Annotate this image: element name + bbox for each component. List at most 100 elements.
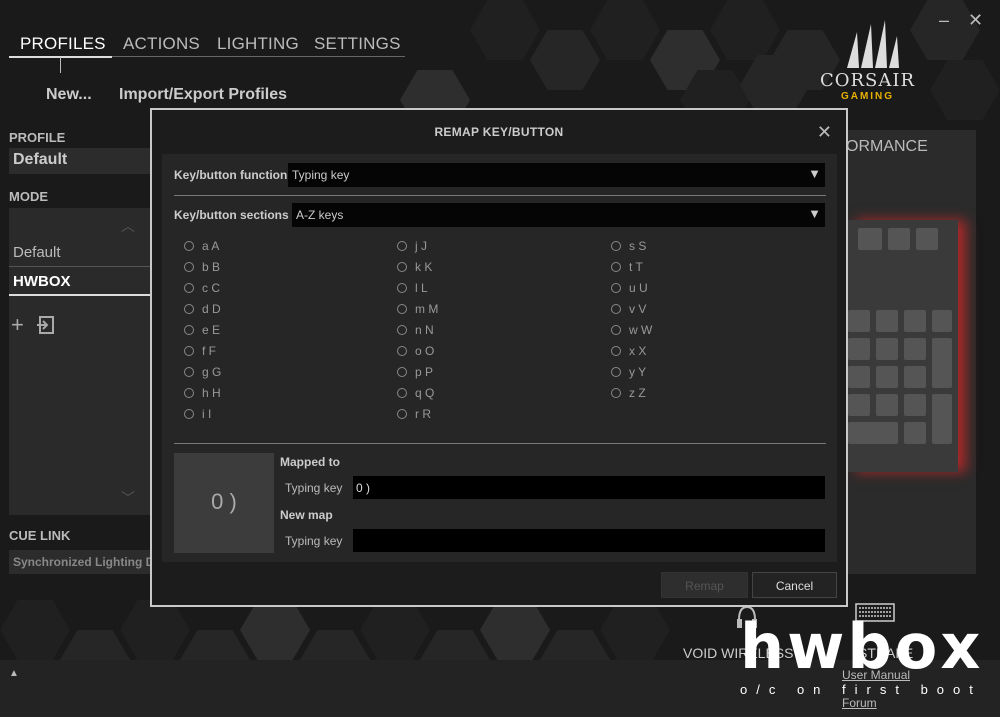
key-radio[interactable]: o O <box>397 344 434 358</box>
key-radio-label: t T <box>629 260 643 274</box>
key-radio[interactable]: i I <box>184 407 211 421</box>
key-radio[interactable]: x X <box>611 344 646 358</box>
function-label: Key/button function <box>174 168 288 182</box>
key-radio[interactable]: a A <box>184 239 219 253</box>
key-radio-label: z Z <box>629 386 646 400</box>
tab-actions[interactable]: ACTIONS <box>123 34 200 54</box>
key-radio-label: q Q <box>415 386 435 400</box>
mode-item-default[interactable]: Default <box>9 238 152 268</box>
sections-select[interactable]: A-Z keys ▼ <box>292 203 825 227</box>
mode-item-hwbox[interactable]: HWBOX <box>9 266 152 296</box>
key-radio[interactable]: h H <box>184 386 221 400</box>
key-radio[interactable]: w W <box>611 323 652 337</box>
key-radio[interactable]: c C <box>184 281 220 295</box>
key-radio[interactable]: z Z <box>611 386 646 400</box>
key-radio[interactable]: e E <box>184 323 220 337</box>
radio-circle-icon <box>397 325 407 335</box>
key-radio[interactable]: s S <box>611 239 646 253</box>
radio-circle-icon <box>611 346 621 356</box>
sails-icon <box>847 20 899 68</box>
mode-list: ︿ Default HWBOX + ﹀ <box>9 208 152 515</box>
cue-link-selector[interactable]: Synchronized Lighting D <box>9 550 154 574</box>
profile-selector[interactable]: Default <box>9 148 152 174</box>
key-radio[interactable]: m M <box>397 302 438 316</box>
key-radio[interactable]: p P <box>397 365 433 379</box>
mode-item-label: HWBOX <box>13 273 71 290</box>
radio-circle-icon <box>397 388 407 398</box>
radio-circle-icon <box>184 262 194 272</box>
key-radio[interactable]: k K <box>397 260 432 274</box>
key-radio[interactable]: l L <box>397 281 428 295</box>
key-radio-label: c C <box>202 281 220 295</box>
import-export-link[interactable]: Import/Export Profiles <box>119 86 287 104</box>
radio-circle-icon <box>397 409 407 419</box>
radio-circle-icon <box>184 325 194 335</box>
key-radio[interactable]: y Y <box>611 365 646 379</box>
key-radio[interactable]: r R <box>397 407 431 421</box>
key-radio[interactable]: b B <box>184 260 220 274</box>
expand-devices-icon[interactable]: ▲ <box>9 668 19 679</box>
close-window-button[interactable]: ✕ <box>968 10 983 31</box>
key-radio-label: h H <box>202 386 221 400</box>
key-radio[interactable]: g G <box>184 365 221 379</box>
key-radio-label: x X <box>629 344 647 358</box>
key-radio[interactable]: n N <box>397 323 434 337</box>
key-radio-label: m M <box>415 302 439 316</box>
watermark-logo-text: hwbox <box>740 610 984 683</box>
key-radio[interactable]: f F <box>184 344 216 358</box>
scroll-down-icon[interactable]: ﹀ <box>121 488 135 508</box>
key-radio-label: p P <box>415 365 434 379</box>
tab-profiles[interactable]: PROFILES <box>20 34 106 54</box>
key-radio-label: k K <box>415 260 433 274</box>
tab-lighting[interactable]: LIGHTING <box>217 34 299 54</box>
scroll-up-icon[interactable]: ︿ <box>121 216 135 236</box>
mapped-to-label: Mapped to <box>280 455 340 469</box>
key-radio-label: o O <box>415 344 435 358</box>
key-radio-label: f F <box>202 344 216 358</box>
key-radio[interactable]: u U <box>611 281 648 295</box>
key-radio-label: e E <box>202 323 221 337</box>
radio-circle-icon <box>611 304 621 314</box>
key-preview: 0 ) <box>174 453 274 553</box>
keyboard-image <box>848 220 958 472</box>
sections-value: A-Z keys <box>296 208 344 222</box>
radio-circle-icon <box>397 346 407 356</box>
minimize-button[interactable]: – <box>939 10 949 31</box>
radio-circle-icon <box>611 262 621 272</box>
dialog-title: REMAP KEY/BUTTON <box>434 125 564 139</box>
key-radio[interactable]: j J <box>397 239 427 253</box>
remap-dialog: REMAP KEY/BUTTON ✕ Key/button function T… <box>150 108 848 607</box>
key-radio[interactable]: q Q <box>397 386 434 400</box>
radio-circle-icon <box>397 241 407 251</box>
radio-circle-icon <box>184 283 194 293</box>
new-map-type-label: Typing key <box>285 534 343 548</box>
key-radio[interactable]: d D <box>184 302 221 316</box>
tab-settings[interactable]: SETTINGS <box>314 34 401 54</box>
remap-button[interactable]: Remap <box>661 572 748 598</box>
close-dialog-icon[interactable]: ✕ <box>817 122 832 143</box>
new-profile-link[interactable]: New... <box>46 86 92 104</box>
profile-label: PROFILE <box>9 130 66 145</box>
radio-circle-icon <box>611 283 621 293</box>
add-mode-icon[interactable]: + <box>11 312 24 338</box>
key-radio-label: n N <box>415 323 434 337</box>
key-radio[interactable]: v V <box>611 302 646 316</box>
key-radio[interactable]: t T <box>611 260 643 274</box>
function-select[interactable]: Typing key ▼ <box>288 163 825 187</box>
cancel-button[interactable]: Cancel <box>752 572 837 598</box>
dropdown-arrow-icon: ▼ <box>808 206 821 221</box>
preview-key-text: 0 ) <box>211 489 237 514</box>
mode-item-label: Default <box>13 244 61 261</box>
key-radio-label: b B <box>202 260 221 274</box>
import-mode-icon[interactable] <box>36 316 54 334</box>
watermark-tagline: o/c on first boot <box>740 682 982 697</box>
brand-sub: GAMING <box>840 91 895 102</box>
radio-circle-icon <box>184 388 194 398</box>
new-map-field[interactable] <box>353 529 825 552</box>
key-radio-label: d D <box>202 302 221 316</box>
hwbox-watermark: hwbox o/c on first boot <box>740 610 995 705</box>
key-radio-label: l L <box>415 281 428 295</box>
radio-circle-icon <box>184 304 194 314</box>
radio-circle-icon <box>184 367 194 377</box>
radio-circle-icon <box>184 409 194 419</box>
